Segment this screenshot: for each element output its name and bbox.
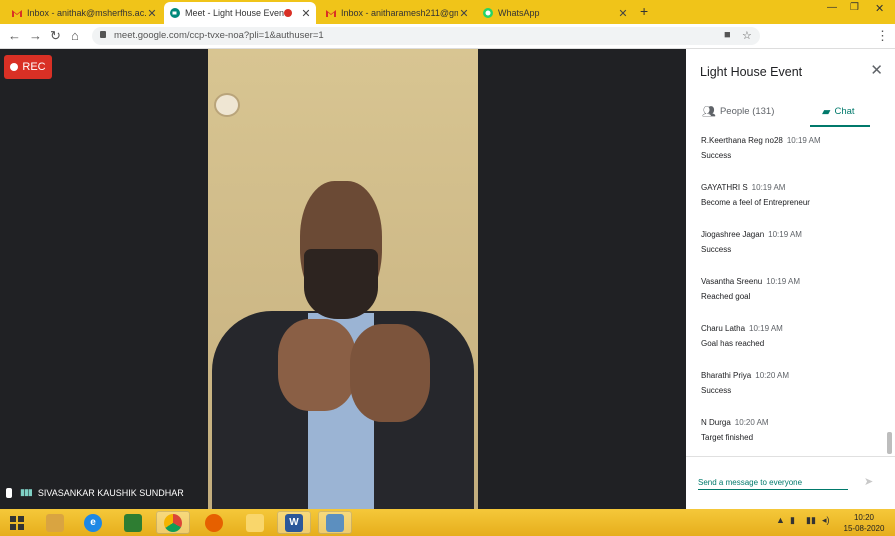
back-arrow-icon[interactable]: ← xyxy=(8,28,21,43)
wall-switch xyxy=(216,95,238,115)
window-close-icon[interactable]: ✕ xyxy=(875,2,884,15)
tab-chat[interactable]: ▰ Chat xyxy=(822,105,855,118)
recording-indicator-icon xyxy=(284,9,292,17)
whatsapp-icon xyxy=(483,8,493,18)
menu-kebab-icon[interactable]: ⋮ xyxy=(876,28,889,44)
chat-panel: Light House Event ✕ 👥︎ People (131) ▰ Ch… xyxy=(686,49,895,509)
bookmark-star-icon[interactable]: ☆ xyxy=(742,29,752,42)
word-taskbar-button[interactable]: W xyxy=(277,511,311,534)
video-hand-left xyxy=(278,319,356,411)
panel-title: Light House Event xyxy=(700,65,803,79)
url-bar[interactable]: meet.google.com/ccp-tvxe-noa?pli=1&authu… xyxy=(92,27,760,45)
chat-messages[interactable]: R.Keerthana Reg no28 10:19 AM Success GAY… xyxy=(686,131,886,451)
pin-icon[interactable] xyxy=(6,487,12,498)
show-hidden-icons-icon[interactable]: ▲ xyxy=(776,515,785,525)
window-app-icon xyxy=(326,513,344,532)
address-toolbar: ← → ↻ ⌂ meet.google.com/ccp-tvxe-noa?pli… xyxy=(0,24,895,65)
volume-icon[interactable]: ◂) xyxy=(822,515,830,526)
internet-explorer-icon: e xyxy=(84,513,102,532)
store-icon xyxy=(124,513,142,532)
file-explorer-taskbar-button[interactable] xyxy=(38,511,72,534)
record-dot-icon xyxy=(10,63,19,71)
tab-gmail-msherfhs[interactable]: Inbox - anithak@msherfhs.ac.in ✕ xyxy=(6,2,162,24)
forward-arrow-icon[interactable]: → xyxy=(29,28,42,43)
chat-message: Charu Latha 10:19 AM Goal has reached xyxy=(701,324,783,348)
reload-icon[interactable]: ↻ xyxy=(50,28,61,44)
folder-icon xyxy=(46,513,64,532)
start-button[interactable] xyxy=(0,511,34,534)
new-tab-button[interactable]: + xyxy=(640,3,648,19)
battery-icon[interactable]: ▮ xyxy=(790,515,795,526)
gmail-icon xyxy=(326,8,336,18)
word-icon: W xyxy=(285,513,303,532)
maximize-icon[interactable]: ❐ xyxy=(850,2,859,13)
folder-taskbar-button[interactable] xyxy=(238,511,272,534)
meet-icon xyxy=(170,8,180,18)
meeting-stage: REC ▮▮▮ SIVASANKAR KAUSHIK SUNDHAR xyxy=(0,49,686,509)
video-beard xyxy=(304,249,378,319)
chat-message: Vasantha Sreenu 10:19 AM Reached goal xyxy=(701,277,801,301)
presenter-name: SIVASANKAR KAUSHIK SUNDHAR xyxy=(37,487,184,498)
close-tab-icon[interactable]: ✕ xyxy=(146,7,158,20)
send-icon[interactable]: ➤ xyxy=(864,475,873,488)
chat-message: N Durga 10:20 AM Target finished xyxy=(701,418,769,442)
gmail-icon xyxy=(12,8,22,18)
close-tab-icon[interactable]: ✕ xyxy=(617,7,629,20)
video-hand-right xyxy=(350,324,430,422)
chat-scrollbar[interactable] xyxy=(887,432,892,454)
chat-message: Jiogashree Jagan 10:19 AM Success xyxy=(701,230,802,254)
chat-message: Bharathi Priya 10:20 AM Success xyxy=(701,371,790,395)
audio-level-icon: ▮▮▮ xyxy=(20,487,33,497)
chat-message: GAYATHRI S 10:19 AM Become a feel of Entr… xyxy=(701,183,810,207)
windows-logo-icon xyxy=(10,515,24,530)
minimize-icon[interactable]: — xyxy=(827,2,837,13)
chat-message-input[interactable] xyxy=(698,476,848,490)
chat-message: R.Keerthana Reg no28 10:19 AM Success xyxy=(701,136,821,160)
firefox-taskbar-button[interactable] xyxy=(197,511,231,534)
home-icon[interactable]: ⌂ xyxy=(71,28,79,43)
chrome-icon xyxy=(164,513,182,532)
network-icon[interactable]: ▮▮ xyxy=(806,515,816,526)
people-icon: 👥︎ xyxy=(702,106,716,118)
divider xyxy=(686,456,895,457)
ie-taskbar-button[interactable]: e xyxy=(76,511,110,534)
firefox-icon xyxy=(205,513,223,532)
tab-whatsapp[interactable]: WhatsApp ✕ xyxy=(477,2,633,24)
presenter-namebar: ▮▮▮ SIVASANKAR KAUSHIK SUNDHAR xyxy=(6,487,184,498)
recording-badge: REC xyxy=(4,55,52,79)
active-tab-underline xyxy=(810,125,870,127)
camera-icon[interactable]: ■ xyxy=(724,29,731,41)
close-tab-icon[interactable]: ✕ xyxy=(458,7,470,20)
browser-tab-strip: Inbox - anithak@msherfhs.ac.in ✕ Meet - … xyxy=(0,0,895,24)
chat-icon: ▰ xyxy=(822,106,831,118)
presenter-video[interactable] xyxy=(208,49,478,509)
app-taskbar-button[interactable] xyxy=(318,511,352,534)
store-taskbar-button[interactable] xyxy=(116,511,150,534)
close-tab-icon[interactable]: ✕ xyxy=(300,7,312,20)
chrome-taskbar-button[interactable] xyxy=(156,511,190,534)
url-text: meet.google.com/ccp-tvxe-noa?pli=1&authu… xyxy=(114,30,324,41)
tab-gmail-anitharamesh[interactable]: Inbox - anitharamesh211@gmail. ✕ xyxy=(320,2,474,24)
folder-icon xyxy=(246,513,264,532)
lock-icon xyxy=(100,31,106,38)
tab-meet-active[interactable]: Meet - Light House Event ✕ xyxy=(164,2,316,24)
taskbar-clock[interactable]: 10:20 15-08-2020 xyxy=(838,512,890,534)
close-panel-icon[interactable]: ✕ xyxy=(870,61,883,79)
windows-taskbar: e W ▲ ▮ ▮▮ ◂) 10:20 15-08-2020 xyxy=(0,509,895,536)
tab-people[interactable]: 👥︎ People (131) xyxy=(702,105,774,118)
